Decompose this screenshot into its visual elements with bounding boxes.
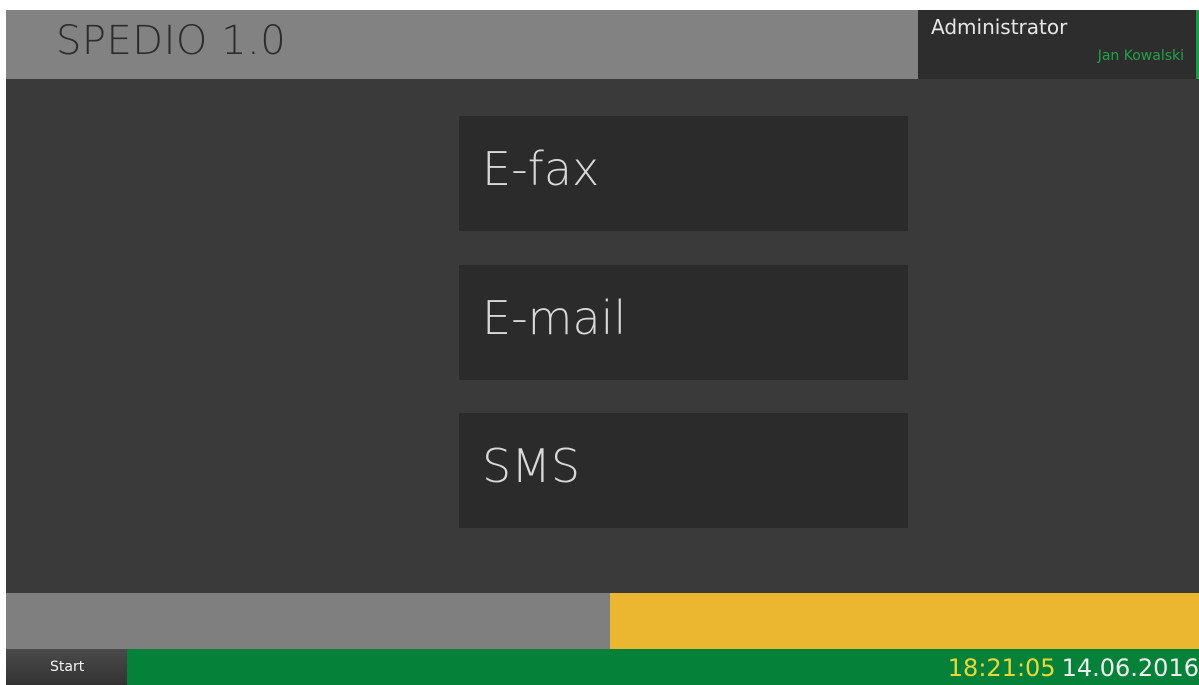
user-panel[interactable]: Administrator Jan Kowalski	[918, 10, 1196, 79]
menu-tile-efax[interactable]: E-fax	[459, 116, 908, 231]
menu-tile-sms[interactable]: SMS	[459, 413, 908, 528]
menu-tile-label: E-mail	[482, 291, 627, 345]
clock: 18:21:05 14.06.2016	[948, 654, 1199, 682]
status-strip-right	[610, 593, 1199, 649]
app-window: SPEDIO 1.0 Administrator Jan Kowalski E-…	[6, 10, 1199, 685]
clock-time: 18:21:05	[947, 654, 1056, 682]
clock-date: 14.06.2016	[1061, 654, 1199, 682]
app-title: SPEDIO 1.0	[56, 18, 287, 64]
user-name: Jan Kowalski	[1097, 48, 1184, 64]
menu-tile-label: SMS	[482, 439, 581, 493]
status-strip-left	[6, 593, 610, 649]
start-button-label: Start	[50, 659, 85, 675]
menu-tile-label: E-fax	[482, 142, 600, 196]
start-button[interactable]: Start	[6, 649, 127, 685]
user-role: Administrator	[931, 15, 1068, 39]
menu-tile-email[interactable]: E-mail	[459, 265, 908, 380]
taskbar: Start 18:21:05 14.06.2016	[6, 649, 1199, 685]
header-bar: SPEDIO 1.0	[6, 10, 918, 79]
